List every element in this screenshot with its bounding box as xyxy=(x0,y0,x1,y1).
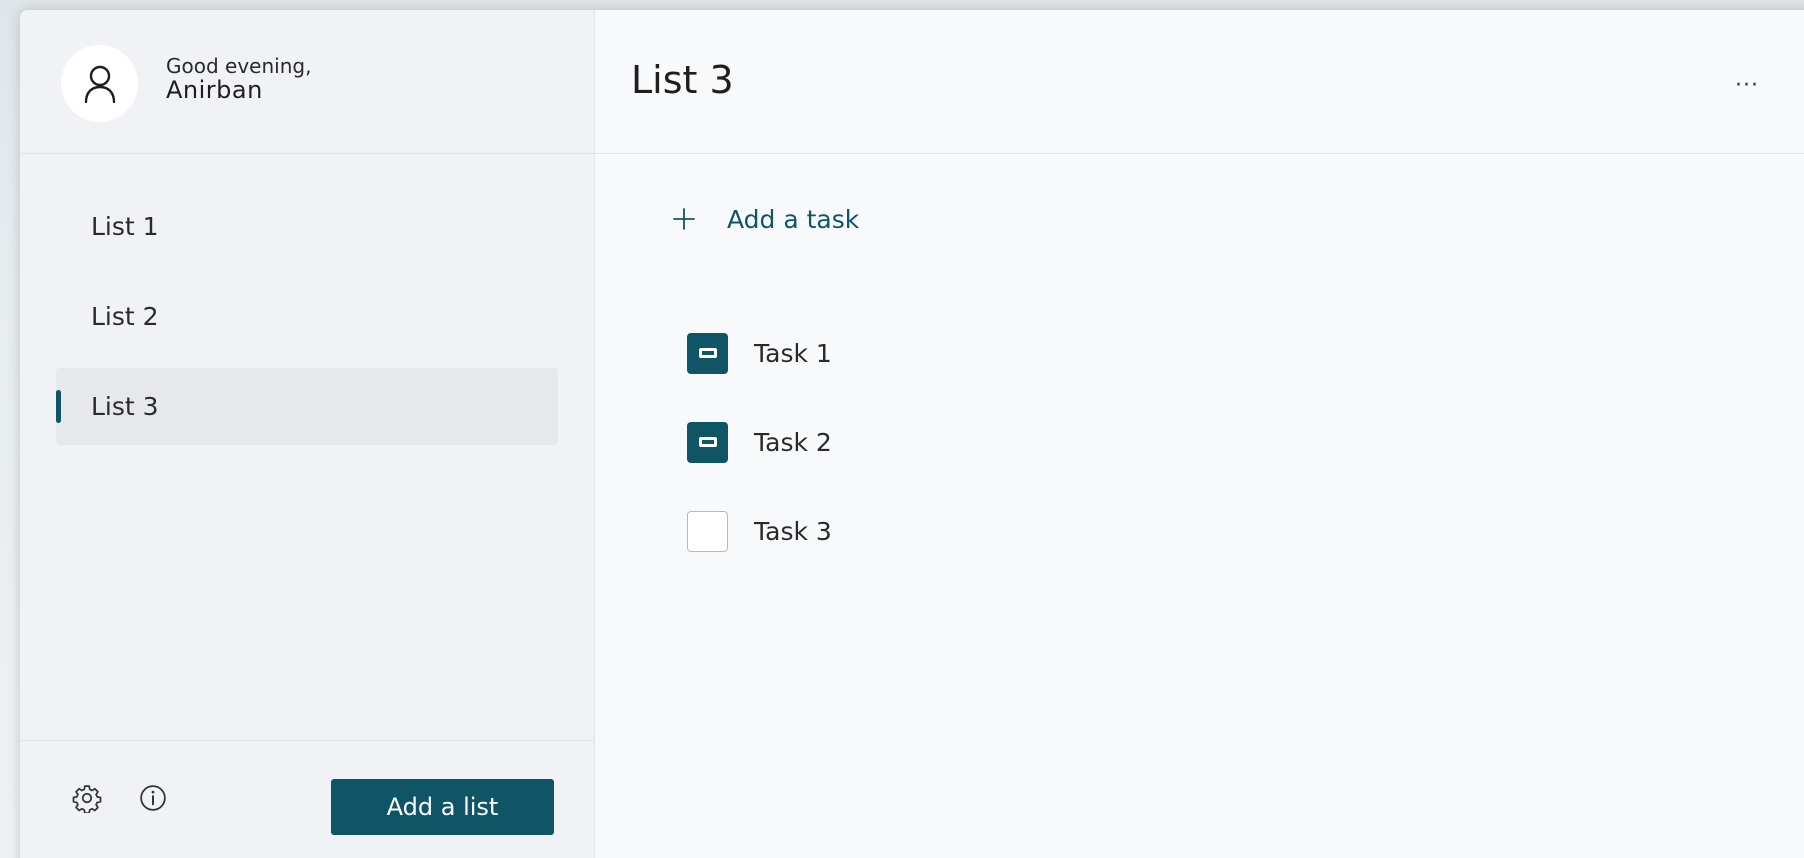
user-icon xyxy=(84,65,115,103)
username-text: Anirban xyxy=(166,76,263,104)
sidebar-item-label: List 1 xyxy=(91,212,159,241)
sidebar-item-label: List 3 xyxy=(91,392,159,421)
task-label: Task 1 xyxy=(754,338,832,368)
greeting-text: Good evening, xyxy=(166,54,312,78)
task-checkbox[interactable] xyxy=(687,332,728,374)
task-checkbox[interactable] xyxy=(687,510,728,552)
gear-icon xyxy=(72,785,102,813)
info-button[interactable] xyxy=(136,781,170,815)
task-label: Task 2 xyxy=(754,427,832,457)
sidebar-item-list-2[interactable]: List 2 xyxy=(56,278,558,355)
check-icon xyxy=(698,348,717,358)
check-icon xyxy=(698,437,717,447)
sidebar-item-label: List 2 xyxy=(91,302,159,331)
page-title: List 3 xyxy=(631,58,734,102)
list-nav: List 1 List 2 List 3 xyxy=(56,188,558,458)
app-window: Good evening, Anirban List 1 List 2 List… xyxy=(20,10,1804,858)
task-item: Task 3 xyxy=(687,498,832,564)
task-list: Task 1 Task 2 Task 3 xyxy=(687,320,832,587)
avatar[interactable] xyxy=(61,45,138,122)
plus-icon xyxy=(669,204,699,234)
task-checkbox[interactable] xyxy=(687,421,728,463)
settings-button[interactable] xyxy=(70,781,104,815)
more-icon: ··· xyxy=(1735,72,1759,98)
task-item: Task 2 xyxy=(687,409,832,475)
main-panel: List 3 ··· Add a task Task 1 Task 2 Task… xyxy=(595,10,1804,858)
main-header: List 3 ··· xyxy=(595,10,1804,154)
add-task-label: Add a task xyxy=(727,204,860,234)
task-item: Task 1 xyxy=(687,320,832,386)
more-options-button[interactable]: ··· xyxy=(1725,70,1769,100)
sidebar-item-list-1[interactable]: List 1 xyxy=(56,188,558,265)
user-header: Good evening, Anirban xyxy=(20,10,594,154)
info-icon xyxy=(140,785,166,811)
add-task-button[interactable]: Add a task xyxy=(669,204,859,234)
sidebar-footer: Add a list xyxy=(20,740,594,858)
add-list-button[interactable]: Add a list xyxy=(331,779,554,835)
task-label: Task 3 xyxy=(754,516,832,546)
sidebar-item-list-3[interactable]: List 3 xyxy=(56,368,558,445)
sidebar: Good evening, Anirban List 1 List 2 List… xyxy=(20,10,595,858)
